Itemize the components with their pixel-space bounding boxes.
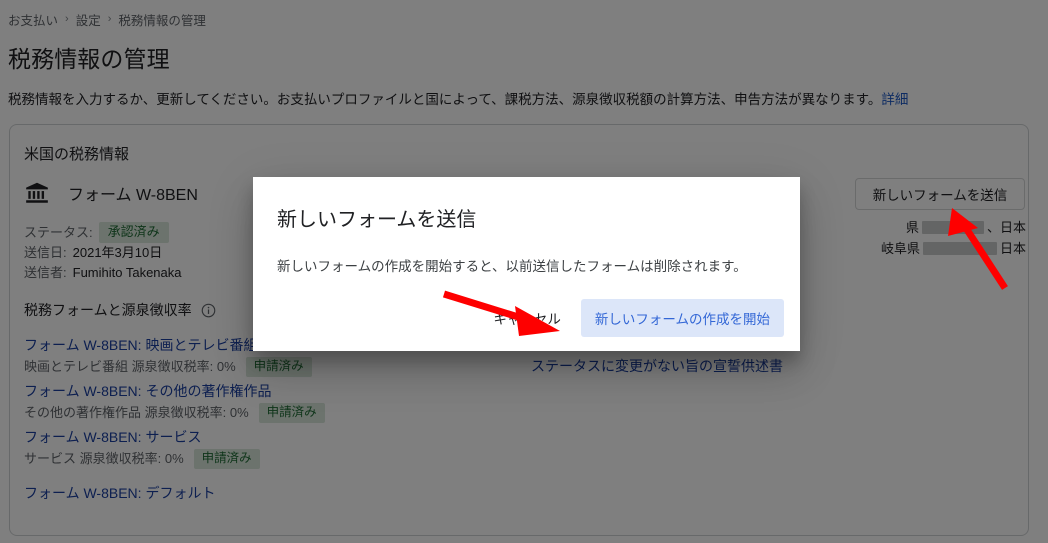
- screenshot-root: お支払い › 設定 › 税務情報の管理 税務情報の管理 税務情報を入力するか、更…: [0, 0, 1048, 543]
- cancel-button[interactable]: キャンセル: [483, 300, 571, 336]
- dialog-title: 新しいフォームを送信: [277, 209, 477, 231]
- dialog-actions: キャンセル 新しいフォームの作成を開始: [483, 299, 784, 337]
- dialog-body-text: 新しいフォームの作成を開始すると、以前送信したフォームは削除されます。: [277, 259, 747, 274]
- submit-new-form-dialog: 新しいフォームを送信 新しいフォームの作成を開始すると、以前送信したフォームは削…: [253, 177, 800, 351]
- start-new-form-button[interactable]: 新しいフォームの作成を開始: [580, 299, 784, 337]
